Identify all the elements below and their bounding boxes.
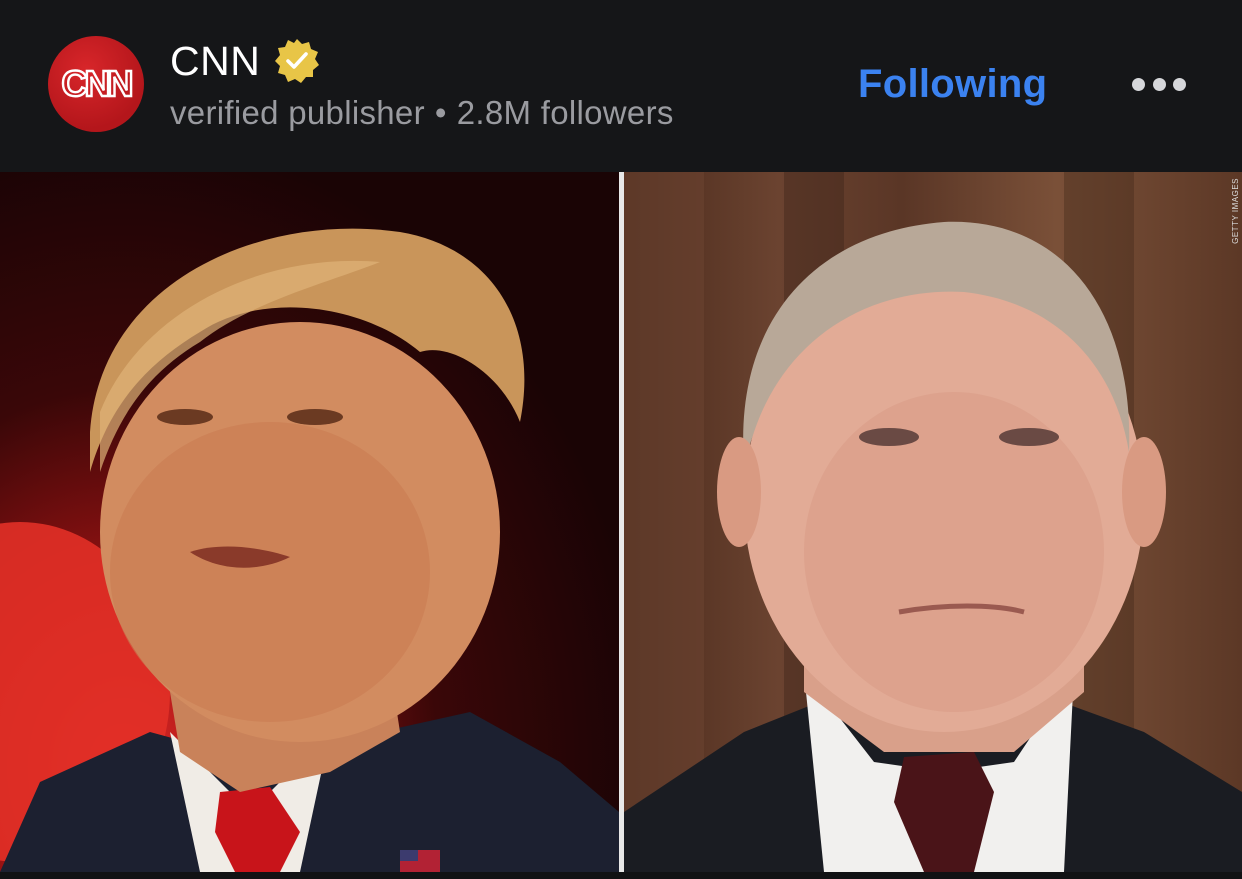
more-options-icon[interactable]: [1126, 66, 1192, 102]
meta-separator: •: [434, 94, 447, 131]
followers-count: 2.8M followers: [456, 94, 674, 131]
cnn-logo-icon: CNN: [60, 62, 135, 105]
post-header: CNN CNN verified publisher • 2.8M follower…: [0, 0, 1242, 172]
more-dot: [1132, 77, 1145, 91]
post-footer: [0, 872, 1242, 879]
publisher-avatar[interactable]: CNN: [48, 36, 144, 132]
following-button[interactable]: Following: [858, 62, 1047, 107]
more-dot: [1173, 77, 1186, 91]
publisher-type: verified publisher: [170, 94, 425, 131]
cnn-logo-text: CNN: [62, 63, 132, 104]
photo-credit: GETTY IMAGES: [1231, 178, 1240, 244]
right-portrait-photo: GETTY IMAGES: [624, 172, 1242, 872]
left-portrait-photo: [0, 172, 619, 872]
verified-badge-icon: [272, 36, 322, 86]
publisher-name[interactable]: CNN: [170, 38, 260, 85]
publisher-meta: verified publisher • 2.8M followers: [170, 94, 674, 132]
post-media[interactable]: GETTY IMAGES: [0, 172, 1242, 872]
more-dot: [1152, 77, 1166, 91]
